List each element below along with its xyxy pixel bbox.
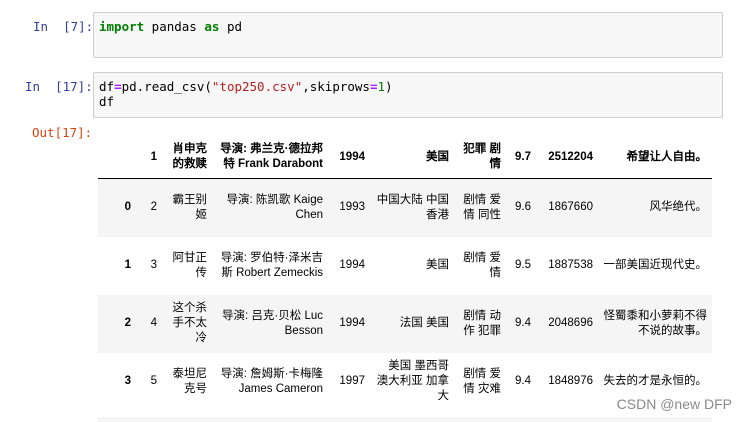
table-cell: 霸王别姬 (172, 193, 208, 221)
table-header-row: 1 肖申克的救赎 导演: 弗兰克·德拉邦特 Frank Darabont 1994 美国… (98, 140, 712, 179)
code-token: ,skiprows (302, 79, 370, 94)
code-token: 1 (377, 79, 386, 94)
code-cell-import[interactable]: import pandas as pd (93, 12, 723, 58)
code-token: "top250.csv" (211, 79, 303, 94)
table-cell: 剧情 爱情 同性 (463, 193, 501, 221)
row-index: 0 (124, 201, 131, 214)
table-body: 0 2 霸王别姬 导演: 陈凯歌 Kaige Chen 1993 中国大陆 中国香港 剧情 … (98, 178, 712, 411)
row-index: 3 (124, 375, 131, 387)
table-cell: 美国 墨西哥 澳大利亚 加拿大 (376, 360, 449, 402)
code-line: df=pd.read_csv("top250.csv",skiprows=1) (99, 79, 717, 94)
table-cell: 一部美国近现代史。 (603, 259, 708, 271)
code-token: import (99, 19, 145, 34)
column-header: 9.7 (506, 140, 536, 179)
watermark: CSDN @new DFP (616, 396, 732, 412)
table-cell: 1994 (339, 259, 365, 271)
code-line: df (99, 94, 115, 109)
code-token: df (99, 79, 115, 94)
table-cell: 9.5 (515, 259, 531, 271)
column-header: 1 (136, 140, 162, 179)
table-cell: 泰坦尼克号 (172, 367, 208, 395)
column-header: 导演: 弗兰克·德拉邦特 Frank Darabont (212, 140, 328, 179)
column-header: 犯罪 剧情 (454, 140, 506, 179)
table-cell: 法国 美国 (399, 317, 449, 329)
code-token: ) (385, 79, 393, 94)
table-cell: 9.4 (515, 317, 531, 329)
table-cell: 2048696 (548, 317, 593, 329)
table-cell: 怪蜀黍和小萝莉不得不说的故事。 (603, 309, 708, 337)
table-cell: 阿甘正传 (172, 251, 208, 279)
code-cell-read-csv[interactable]: df=pd.read_csv("top250.csv",skiprows=1) … (93, 72, 723, 118)
table-cell: 剧情 爱情 (463, 251, 501, 279)
table-cell: 1848976 (548, 375, 593, 387)
table-cell: 剧情 爱情 灾难 (463, 367, 501, 395)
column-header: 2512204 (536, 140, 598, 179)
table-cell: 导演: 吕克·贝松 Luc Besson (222, 309, 323, 337)
row-index: 2 (124, 317, 131, 329)
table-cell: 1994 (339, 317, 365, 329)
row-index: 1 (124, 259, 131, 271)
table-cell: 导演: 陈凯歌 Kaige Chen (226, 193, 324, 221)
table-row-partial (98, 417, 712, 422)
table-cell: 9.4 (515, 375, 531, 387)
table-cell: 中国大陆 中国香港 (376, 193, 449, 221)
table-cell: 这个杀手不太冷 (172, 302, 208, 344)
column-header: 1994 (328, 140, 370, 179)
table-cell: 4 (150, 317, 157, 329)
code-token: pd (219, 19, 243, 34)
table-cell: 导演: 詹姆斯·卡梅隆 James Cameron (220, 367, 323, 395)
code-token: pandas (144, 19, 205, 34)
dataframe-table: 1 肖申克的救赎 导演: 弗兰克·德拉邦特 Frank Darabont 1994 美国… (98, 140, 712, 411)
code-token: as (204, 19, 220, 34)
column-header: 希望让人自由。 (598, 140, 712, 179)
input-prompt-7: In [7]: (33, 19, 94, 34)
table-row: 0 2 霸王别姬 导演: 陈凯歌 Kaige Chen 1993 中国大陆 中国香港 剧情 … (98, 178, 712, 237)
input-prompt-17: In [17]: (25, 79, 93, 94)
code-token: pd.read_csv( (121, 79, 212, 94)
table-cell: 1887538 (548, 259, 593, 271)
column-header: 美国 (370, 140, 454, 179)
table-row: 2 4 这个杀手不太冷 导演: 吕克·贝松 Luc Besson 1994 法国 美国 剧情… (98, 294, 712, 353)
table-cell: 风华绝代。 (649, 201, 708, 214)
table-cell: 2 (150, 201, 157, 214)
table-cell: 5 (150, 375, 157, 387)
table-cell: 3 (150, 259, 157, 271)
table-cell: 9.6 (515, 201, 531, 214)
table-cell: 1867660 (548, 201, 593, 214)
code-line: import pandas as pd (99, 19, 717, 34)
table-row: 1 3 阿甘正传 导演: 罗伯特·泽米吉斯 Robert Zemeckis 1994 美国… (98, 236, 712, 295)
output-prompt-17: Out[17]: (32, 125, 93, 140)
table-cell: 导演: 罗伯特·泽米吉斯 Robert Zemeckis (220, 251, 323, 279)
column-header: 肖申克的救赎 (162, 140, 212, 179)
table-cell: 1997 (339, 375, 365, 387)
dataframe-output: 1 肖申克的救赎 导演: 弗兰克·德拉邦特 Frank Darabont 1994 美国… (98, 140, 712, 411)
table-cell: 剧情 动作 犯罪 (463, 309, 501, 337)
table-cell: 1993 (339, 201, 365, 214)
code-token: = (114, 79, 122, 94)
column-header (98, 140, 136, 179)
table-cell: 美国 (426, 259, 449, 271)
